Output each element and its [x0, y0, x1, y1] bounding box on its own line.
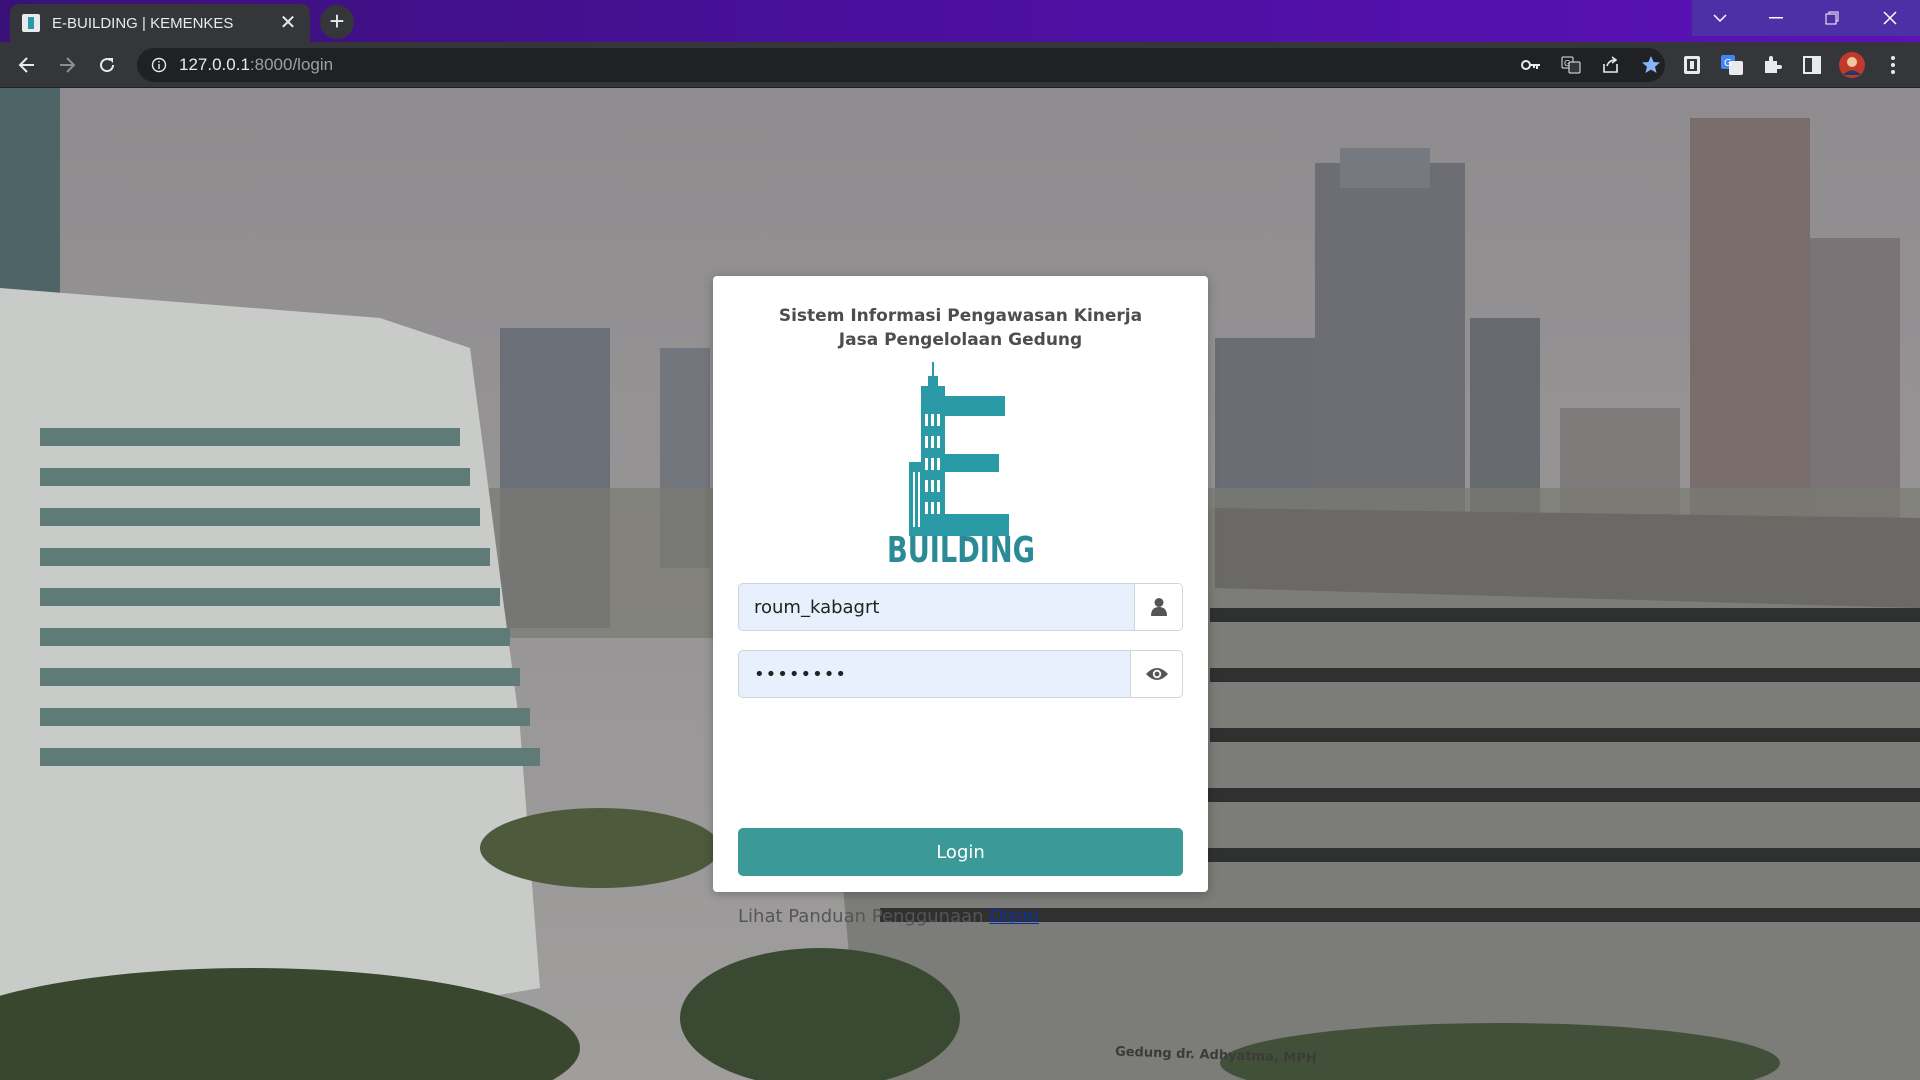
forward-icon [60, 57, 76, 73]
restore-button[interactable] [1804, 0, 1860, 36]
password-input[interactable] [739, 651, 1130, 697]
minimize-icon [1769, 17, 1783, 19]
address-bar[interactable]: 127.0.0.1:8000/login G [137, 48, 1665, 82]
bookmark-star-icon[interactable] [1641, 56, 1661, 73]
back-icon [18, 57, 34, 73]
toggle-password-button[interactable] [1130, 651, 1182, 697]
username-field[interactable] [738, 583, 1183, 631]
puzzle-icon[interactable] [1761, 54, 1783, 76]
eye-icon [1145, 668, 1168, 680]
back-button[interactable] [12, 50, 42, 80]
tab-title: E-BUILDING | KEMENKES [52, 14, 234, 32]
app-title-line2: Jasa Pengelolaan Gedung [838, 330, 1083, 350]
guide-label: Lihat Panduan Penggunaan [738, 906, 990, 927]
share-icon[interactable] [1601, 56, 1621, 73]
forward-button[interactable] [52, 50, 82, 80]
extension-icon[interactable] [1681, 54, 1703, 76]
url-path: :8000/login [249, 55, 334, 74]
page-background: Gedung dr. Adhyatma, MPH Sistem Informas… [0, 88, 1920, 1080]
reload-button[interactable] [92, 50, 122, 80]
browser-titlebar: E-BUILDING | KEMENKES ✕ + [0, 0, 1920, 42]
user-icon [1150, 598, 1167, 616]
close-icon [1883, 11, 1897, 25]
svg-text:G: G [1724, 58, 1732, 69]
password-key-icon[interactable] [1521, 57, 1541, 73]
e-building-logo: BUILDING [885, 362, 1037, 571]
password-field[interactable] [738, 650, 1183, 698]
browser-toolbar: 127.0.0.1:8000/login G G [0, 42, 1920, 88]
username-input[interactable] [739, 584, 1134, 630]
site-info-icon[interactable] [151, 57, 167, 73]
svg-text:G: G [1564, 59, 1570, 68]
translate-extension-icon[interactable]: G [1721, 54, 1743, 76]
app-title-line1: Sistem Informasi Pengawasan Kinerja [778, 306, 1143, 326]
chevron-down-icon [1713, 14, 1727, 23]
menu-icon[interactable] [1882, 54, 1904, 76]
restore-icon [1825, 11, 1839, 25]
side-panel-icon[interactable] [1801, 54, 1823, 76]
login-card: Sistem Informasi Pengawasan Kinerja Jasa… [713, 276, 1208, 927]
tab-close-icon[interactable]: ✕ [278, 13, 298, 33]
username-addon [1134, 584, 1182, 630]
guide-link[interactable]: Disini [989, 906, 1039, 927]
app-title: Sistem Informasi Pengawasan Kinerja Jasa… [713, 304, 1208, 352]
guide-text: Lihat Panduan Penggunaan Disini [738, 906, 1039, 927]
login-button[interactable]: Login [738, 828, 1183, 876]
new-tab-button[interactable]: + [320, 5, 354, 39]
reload-icon [100, 58, 115, 73]
browser-tab[interactable]: E-BUILDING | KEMENKES ✕ [10, 4, 310, 42]
profile-avatar[interactable] [1839, 52, 1865, 78]
translate-icon[interactable]: G [1561, 56, 1581, 74]
site-favicon-icon [22, 14, 40, 32]
tab-search-button[interactable] [1692, 0, 1748, 36]
svg-text:BUILDING: BUILDING [887, 530, 1035, 566]
url-host: 127.0.0.1 [179, 55, 250, 74]
minimize-button[interactable] [1748, 0, 1804, 36]
window-close-button[interactable] [1860, 0, 1920, 36]
